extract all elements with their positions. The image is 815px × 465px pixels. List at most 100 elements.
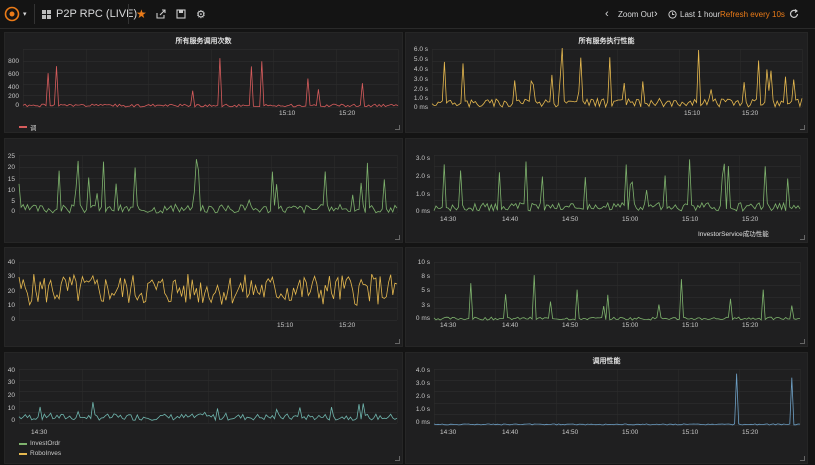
y-tick: 20: [7, 392, 15, 399]
resize-handle[interactable]: [395, 339, 400, 344]
x-tick: 15:10: [684, 110, 701, 117]
x-tick: 14:50: [562, 322, 579, 329]
caret-down-icon: ▾: [23, 11, 27, 18]
grafana-logo-menu[interactable]: ▾: [4, 0, 27, 28]
resize-handle[interactable]: [395, 235, 400, 240]
grid-icon: [42, 9, 51, 19]
x-tick: 15:00: [622, 322, 639, 329]
y-tick: 10: [7, 405, 15, 412]
gear-icon[interactable]: ⚙: [196, 0, 206, 28]
panel-call-count-3: 40 30 20 10 0 15:10 15:20: [4, 247, 403, 347]
y-tick: 30: [7, 379, 15, 386]
time-picker[interactable]: Last 1 hour: [668, 0, 720, 28]
time-range-label: Last 1 hour: [680, 9, 721, 19]
x-tick: 15:10: [682, 429, 699, 436]
save-icon[interactable]: [176, 0, 186, 28]
resize-handle[interactable]: [800, 456, 805, 461]
dashboard-title: P2P RPC (LIVE): [56, 8, 138, 20]
panel-invest-order: 40 30 20 10 0 14:30 InvestOrdr RoboInves: [4, 352, 403, 464]
panel-footer-label: InvestorService成功性能: [698, 231, 769, 238]
y-tick: 25: [7, 153, 15, 160]
y-tick: 0 ms: [415, 315, 430, 322]
x-tick: 14:30: [440, 429, 457, 436]
zoom-out-button[interactable]: Zoom Out: [618, 0, 654, 28]
y-tick: 0 ms: [415, 419, 430, 426]
graph-plot[interactable]: [18, 155, 398, 214]
y-tick: 4.0 s: [413, 66, 428, 73]
x-tick: 15:10: [279, 110, 296, 117]
y-tick: 30: [7, 273, 15, 280]
x-tick: 15:00: [622, 216, 639, 223]
x-tick: 15:10: [277, 322, 294, 329]
y-tick: 40: [7, 259, 15, 266]
chevron-right-icon[interactable]: ›: [654, 0, 658, 28]
y-tick: 10: [7, 187, 15, 194]
legend-item[interactable]: InvestOrdr: [19, 440, 60, 447]
legend-label: 调: [30, 125, 37, 132]
y-tick: 15: [7, 176, 15, 183]
series-line: [18, 402, 398, 422]
top-navbar: ▾ P2P RPC (LIVE) ▾ ★ ⚙ ‹ Zoom Out › Last…: [0, 0, 815, 29]
y-tick: 3.0 s: [415, 155, 430, 162]
x-tick: 14:40: [502, 322, 519, 329]
y-tick: 20: [7, 164, 15, 171]
x-tick: 14:50: [562, 429, 579, 436]
series-line: [433, 159, 801, 213]
series-line: [431, 47, 803, 109]
panel-service-call-count: 所有服务调用次数 800 600 400 200 0 15:10 15:20 调: [4, 32, 403, 133]
y-tick: 1.0 s: [415, 406, 430, 413]
x-tick: 14:30: [440, 322, 457, 329]
clock-icon: [668, 9, 677, 19]
y-tick: 0 ms: [413, 104, 428, 111]
graph-plot[interactable]: [431, 47, 803, 109]
divider: [34, 4, 35, 24]
y-tick: 2.0 s: [413, 86, 428, 93]
resize-handle[interactable]: [395, 456, 400, 461]
x-tick: 15:20: [742, 429, 759, 436]
chevron-left-icon[interactable]: ‹: [605, 0, 609, 28]
x-tick: 14:40: [502, 216, 519, 223]
legend-item[interactable]: 调: [19, 122, 37, 132]
y-tick: 1.0 s: [413, 95, 428, 102]
panel-title: 调用性能: [592, 358, 621, 365]
y-tick: 5.0 s: [413, 56, 428, 63]
panel-call-count-2: 25 20 15 10 5 0: [4, 138, 403, 243]
y-tick: 10 s: [417, 259, 430, 266]
graph-plot[interactable]: [18, 369, 398, 424]
graph-plot[interactable]: [18, 262, 398, 321]
x-tick: 15:00: [622, 429, 639, 436]
y-tick: 400: [8, 84, 19, 91]
resize-handle[interactable]: [800, 339, 805, 344]
share-icon[interactable]: [156, 0, 166, 28]
legend-item[interactable]: RoboInves: [19, 450, 61, 457]
y-tick: 0: [11, 208, 15, 215]
y-tick: 6.0 s: [413, 46, 428, 53]
resize-handle[interactable]: [800, 235, 805, 240]
y-tick: 2.0 s: [415, 173, 430, 180]
graph-plot[interactable]: [433, 262, 801, 321]
panel-title: 所有服务执行性能: [578, 38, 635, 45]
series-line: [22, 58, 399, 108]
y-tick: 40: [7, 367, 15, 374]
x-tick: 14:30: [31, 429, 48, 436]
panel-service-performance: 所有服务执行性能 6.0 s 5.0 s 4.0 s 3.0 s 2.0 s 1…: [405, 32, 808, 133]
y-tick: 800: [8, 58, 19, 65]
y-tick: 3.0 s: [413, 76, 428, 83]
divider: [128, 4, 129, 24]
graph-plot[interactable]: [22, 49, 399, 108]
y-tick: 600: [8, 71, 19, 78]
refresh-icon[interactable]: [789, 0, 799, 28]
y-tick: 8 s: [421, 273, 430, 280]
y-tick: 200: [8, 93, 19, 100]
refresh-interval[interactable]: Refresh every 10s: [720, 0, 785, 28]
graph-plot[interactable]: [433, 155, 801, 213]
resize-handle[interactable]: [800, 125, 805, 130]
panel-performance-2: 3.0 s 2.0 s 1.0 s 0 ms 14:30 14:40 14:50…: [405, 138, 808, 243]
y-tick: 20: [7, 288, 15, 295]
graph-plot[interactable]: [433, 369, 801, 426]
star-icon[interactable]: ★: [136, 0, 147, 28]
series-line: [18, 273, 398, 307]
resize-handle[interactable]: [395, 125, 400, 130]
x-tick: 15:10: [682, 322, 699, 329]
x-tick: 14:50: [562, 216, 579, 223]
